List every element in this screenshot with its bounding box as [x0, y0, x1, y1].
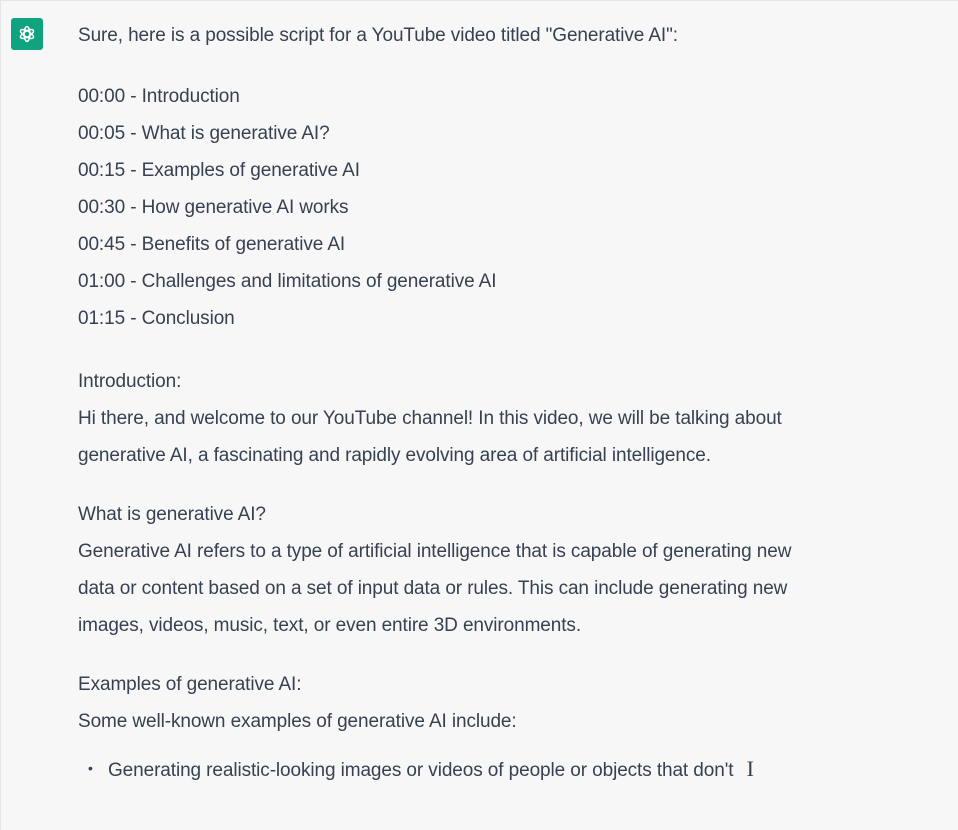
message-content: Sure, here is a possible script for a Yo…: [78, 17, 948, 789]
timestamp-item: 00:30 - How generative AI works: [78, 197, 349, 218]
section-line: Generative AI refers to a type of artifi…: [78, 541, 792, 562]
timestamp-item: 00:00 - Introduction: [78, 86, 240, 107]
section-heading: Examples of generative AI:: [78, 674, 302, 695]
section-line: Hi there, and welcome to our YouTube cha…: [78, 408, 782, 429]
openai-logo-icon: [19, 25, 35, 43]
bullet-dot-icon: •: [88, 760, 93, 776]
section-introduction: Introduction: Hi there, and welcome to o…: [78, 363, 948, 474]
text-cursor-icon: I: [746, 756, 754, 781]
assistant-avatar: [11, 18, 43, 50]
timestamp-item: 01:00 - Challenges and limitations of ge…: [78, 271, 497, 292]
bullet-text: Generating realistic-looking images or v…: [108, 760, 734, 781]
section-heading: Introduction:: [78, 371, 182, 392]
assistant-message: Sure, here is a possible script for a Yo…: [0, 0, 958, 830]
intro-text: Sure, here is a possible script for a Yo…: [78, 25, 678, 46]
section-line: images, videos, music, text, or even ent…: [78, 615, 582, 636]
section-heading: What is generative AI?: [78, 504, 266, 525]
timestamp-item: 00:45 - Benefits of generative AI: [78, 234, 346, 255]
section-line: Some well-known examples of generative A…: [78, 711, 517, 732]
timestamp-list: 00:00 - Introduction 00:05 - What is gen…: [78, 78, 948, 337]
timestamp-item: 00:15 - Examples of generative AI: [78, 160, 360, 181]
bullet-item: • Generating realistic-looking images or…: [78, 750, 948, 789]
timestamp-item: 01:15 - Conclusion: [78, 308, 235, 329]
section-line: data or content based on a set of input …: [78, 578, 788, 599]
section-line: generative AI, a fascinating and rapidly…: [78, 445, 711, 466]
section-what-is-generative-ai: What is generative AI? Generative AI ref…: [78, 496, 948, 644]
timestamp-item: 00:05 - What is generative AI?: [78, 123, 330, 144]
section-examples: Examples of generative AI: Some well-kno…: [78, 666, 948, 740]
